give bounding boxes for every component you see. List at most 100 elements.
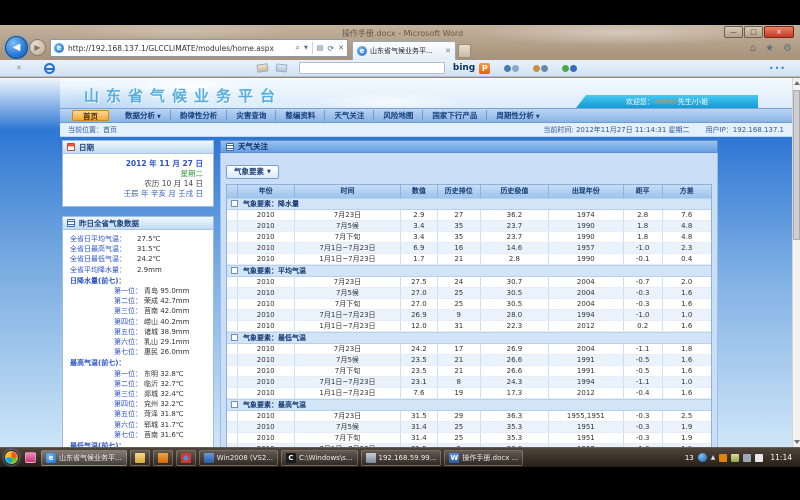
column-header[interactable]: 年份 <box>238 185 295 198</box>
taskbar-button[interactable]: Win2008 (VS2... <box>199 450 278 466</box>
toolbar-p-icon[interactable]: P <box>479 63 490 74</box>
table-row[interactable]: 20107月下旬27.02530.52004-0.31.6 <box>227 299 711 310</box>
scrollbar-thumb[interactable] <box>793 90 800 240</box>
chevron-down-icon[interactable]: ▼ <box>304 45 308 51</box>
home-icon[interactable]: ⌂ <box>750 43 756 54</box>
action-center-flag-icon[interactable] <box>731 454 739 462</box>
stamp-icon[interactable] <box>256 63 268 72</box>
maximize-button[interactable]: □ <box>744 26 763 38</box>
pinned-app-icon[interactable] <box>25 452 36 463</box>
checkbox[interactable] <box>231 267 238 274</box>
column-header[interactable]: 距平 <box>624 185 663 198</box>
table-group-header[interactable]: 气象要素：最高气温 <box>227 399 711 411</box>
volume-icon[interactable] <box>755 454 763 462</box>
nav-item-0[interactable]: 首页 <box>72 110 109 121</box>
close-button[interactable]: × <box>764 26 794 38</box>
scroll-down-icon[interactable] <box>794 440 800 444</box>
share-icon[interactable] <box>533 65 548 72</box>
column-header[interactable]: 历史极值 <box>481 185 549 198</box>
column-header[interactable]: 方差 <box>663 185 711 198</box>
refresh-icon[interactable]: ⟳ <box>327 44 334 53</box>
taskbar-button[interactable]: 192.168.59.99... <box>361 450 442 466</box>
people-icon[interactable] <box>562 65 577 72</box>
column-header[interactable]: 时间 <box>295 185 401 198</box>
nav-item-6[interactable]: 风险地图 <box>373 110 422 121</box>
addon-logo-icon[interactable] <box>44 63 55 74</box>
nav-item-5[interactable]: 天气关注 <box>324 110 373 121</box>
network-icon[interactable] <box>743 454 751 462</box>
table-row[interactable]: 20107月下旬31.42535.31951-0.31.9 <box>227 433 711 444</box>
column-header[interactable]: 历史排位 <box>438 185 482 198</box>
table-row[interactable]: 20101月1日~7月23日7.61917.32012-0.41.6 <box>227 388 711 399</box>
bing-logo[interactable]: bing <box>453 63 475 73</box>
column-header[interactable]: 出现年份 <box>549 185 624 198</box>
forward-button[interactable]: ▶ <box>29 39 46 56</box>
tray-globe-icon[interactable] <box>698 453 707 462</box>
table-row[interactable]: 20107月23日2.92736.219742.87.6 <box>227 210 711 221</box>
table-row[interactable]: 20107月1日~7月23日26.9928.01994-1.01.0 <box>227 310 711 321</box>
stop-icon[interactable]: ✕ <box>338 44 344 52</box>
taskbar-button[interactable]: e山东省气候业务平... <box>41 450 127 466</box>
settings-gear-icon[interactable]: ⚙ <box>783 43 792 54</box>
nav-item-8[interactable]: 周期性分析▼ <box>486 110 548 121</box>
taskbar-button[interactable] <box>130 450 150 466</box>
table-group-header[interactable]: 气象要素：最低气温 <box>227 332 711 344</box>
table-row[interactable]: 20107月23日31.52936.31955,1951-0.32.5 <box>227 411 711 422</box>
element-filter-button[interactable]: 气象要素 ▼ <box>226 165 279 179</box>
url-text[interactable]: http://192.168.137.1/GLCCLIMATE/modules/… <box>68 44 295 53</box>
taskbar-button[interactable] <box>176 450 196 466</box>
favorites-star-icon[interactable]: ★ <box>765 43 774 54</box>
toolbar-search-input[interactable] <box>299 62 445 74</box>
table-row[interactable]: 20101月1日~7月23日12.03122.320120.21.6 <box>227 321 711 332</box>
search-icon[interactable]: ⌕ <box>295 43 299 53</box>
table-group-header[interactable]: 气象要素：降水量 <box>227 198 711 210</box>
column-header[interactable]: 数值 <box>401 185 437 198</box>
table-row[interactable]: 20107月23日27.52430.72004-0.72.0 <box>227 277 711 288</box>
overflow-menu-icon[interactable]: ••• <box>769 64 786 73</box>
clock[interactable]: 11:14 <box>770 453 792 462</box>
table-row[interactable]: 20107月1日~7月23日6.91614.61957-1.02.3 <box>227 243 711 254</box>
table-row[interactable]: 20107月23日24.21726.92004-1.11.8 <box>227 344 711 355</box>
table-row[interactable]: 20107月5候27.02530.52004-0.31.6 <box>227 288 711 299</box>
compatibility-icon[interactable]: ▤ <box>317 44 324 52</box>
vertical-scrollbar[interactable] <box>792 78 800 447</box>
checkbox[interactable] <box>231 334 238 341</box>
checkbox[interactable] <box>231 200 238 207</box>
tray-app-icon[interactable] <box>719 454 727 462</box>
table-row[interactable]: 20107月5候31.42535.31951-0.31.9 <box>227 422 711 433</box>
table-row[interactable]: 20107月5候23.52126.61991-0.51.6 <box>227 355 711 366</box>
nav-item-1[interactable]: 数据分析▼ <box>116 110 170 121</box>
start-button[interactable] <box>4 450 19 465</box>
table-group-header[interactable]: 气象要素：平均气温 <box>227 265 711 277</box>
back-button[interactable]: ◀ <box>5 36 28 59</box>
tab-close-icon[interactable]: ✕ <box>445 47 451 55</box>
nav-item-4[interactable]: 整编资料 <box>275 110 324 121</box>
table-row[interactable]: 20107月1日~7月23日23.1824.31994-1.11.0 <box>227 377 711 388</box>
envelope-icon[interactable] <box>275 63 287 72</box>
minimize-button[interactable]: — <box>724 26 743 38</box>
nav-item-2[interactable]: 韵律性分析 <box>170 110 227 121</box>
address-bar[interactable]: e http://192.168.137.1/GLCCLIMATE/module… <box>50 39 348 57</box>
scroll-up-icon[interactable] <box>794 81 800 85</box>
column-header[interactable] <box>227 185 238 198</box>
checkbox[interactable] <box>231 401 238 408</box>
browser-tab[interactable]: e 山东省气候业务平... ✕ <box>352 41 456 60</box>
web-page: 山东省气候业务平台 欢迎您： admin 先生/小姐 首页数据分析▼韵律性分析灾… <box>60 78 792 447</box>
taskbar-button[interactable] <box>153 450 173 466</box>
close-toolbar-icon[interactable]: ✕ <box>16 64 22 72</box>
table-cell: 4.8 <box>663 232 711 242</box>
new-tab-button[interactable] <box>458 44 471 58</box>
taskbar-button[interactable]: CC:\Windows\s... <box>281 450 358 466</box>
tab-title[interactable]: 山东省气候业务平... <box>370 46 442 56</box>
table-row[interactable]: 20101月1日~7月23日1.7212.81990-0.10.4 <box>227 254 711 265</box>
table-row[interactable]: 20107月下旬23.52126.61991-0.51.6 <box>227 366 711 377</box>
camera-icon[interactable] <box>504 65 519 72</box>
nav-item-3[interactable]: 灾害查询 <box>226 110 275 121</box>
taskbar-button[interactable]: W操作手册.docx ... <box>444 450 523 466</box>
main-nav: 首页数据分析▼韵律性分析灾害查询整编资料天气关注风险地图国家下行产品周期性分析▼ <box>60 108 792 123</box>
nav-item-7[interactable]: 国家下行产品 <box>422 110 486 121</box>
report-icon <box>67 219 75 227</box>
table-row[interactable]: 20107月下旬3.43523.719901.84.8 <box>227 232 711 243</box>
table-row[interactable]: 20107月5候3.43523.719901.84.8 <box>227 221 711 232</box>
show-hidden-icons-icon[interactable]: ▲ <box>711 454 716 461</box>
